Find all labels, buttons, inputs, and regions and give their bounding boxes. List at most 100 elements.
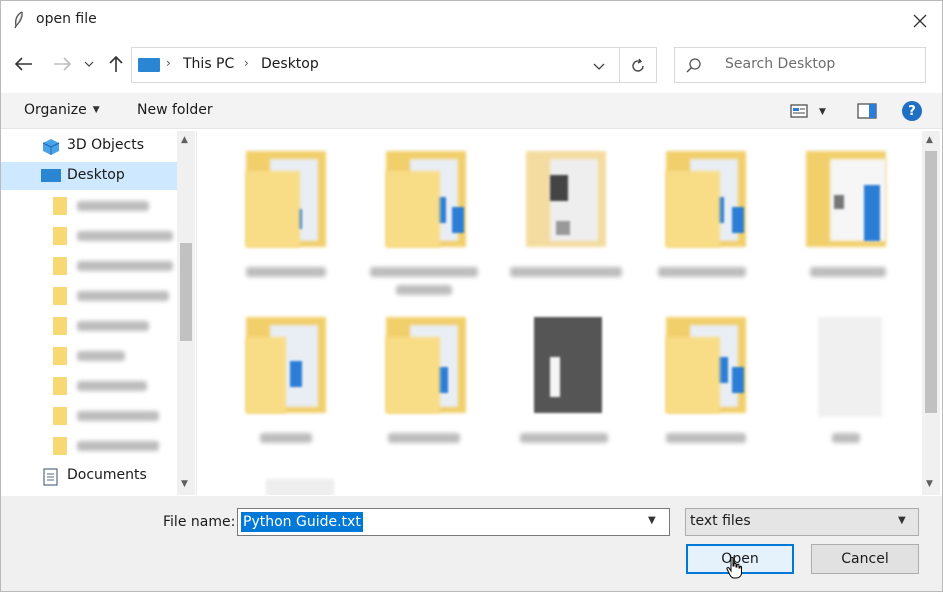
- up-button[interactable]: [105, 53, 127, 75]
- folder-item[interactable]: [222, 131, 334, 291]
- window-title: open file: [36, 11, 97, 27]
- preview-pane-icon[interactable]: [857, 103, 877, 119]
- folder-item[interactable]: [362, 297, 474, 457]
- folder-icon: [526, 151, 606, 251]
- folder-icon[interactable]: [53, 257, 67, 275]
- title-bar: open file: [1, 1, 942, 39]
- breadcrumb-desktop[interactable]: Desktop: [261, 56, 319, 72]
- folder-item[interactable]: [502, 297, 614, 457]
- arrow-right-icon: [54, 57, 71, 71]
- folder-icon: [666, 151, 746, 251]
- folder-icon[interactable]: [53, 317, 67, 335]
- this-pc-icon: [138, 58, 160, 72]
- file-type-select[interactable]: text files ▼: [685, 508, 919, 536]
- file-name-label: File name:: [163, 514, 236, 530]
- folder-icon[interactable]: [53, 197, 67, 215]
- navigation-pane: 3D Objects Desktop Documents ▲ ▼: [1, 131, 197, 495]
- close-icon: [913, 14, 927, 28]
- text-file-icon: [806, 317, 886, 417]
- folder-icon: [386, 151, 466, 251]
- open-file-dialog: open file › This PC › Desktop Search Des…: [0, 0, 943, 592]
- back-button[interactable]: [13, 53, 35, 75]
- 3d-objects-icon: [42, 139, 60, 155]
- nav-item-desktop[interactable]: Desktop: [1, 162, 177, 190]
- blurred-folder-name: [77, 441, 159, 451]
- folder-item[interactable]: [362, 131, 478, 295]
- file-item[interactable]: [222, 453, 334, 495]
- feather-icon: [14, 11, 23, 29]
- scroll-down-icon[interactable]: ▼: [181, 479, 188, 489]
- view-dropdown-icon[interactable]: ▼: [819, 107, 826, 117]
- refresh-button[interactable]: [626, 55, 650, 77]
- folder-item[interactable]: [642, 297, 754, 457]
- scroll-down-icon[interactable]: ▼: [926, 479, 933, 489]
- organize-menu[interactable]: Organize ▼: [24, 102, 100, 118]
- file-type-value: text files: [690, 513, 751, 529]
- blurred-file-name: [396, 285, 452, 295]
- recent-locations-button[interactable]: [81, 53, 97, 75]
- desktop-icon: [41, 169, 61, 182]
- folder-icon: [526, 317, 606, 417]
- blurred-file-name: [370, 267, 478, 277]
- folder-icon[interactable]: [53, 377, 67, 395]
- cancel-button[interactable]: Cancel: [811, 544, 919, 574]
- chevron-down-icon: ▼: [898, 515, 906, 526]
- nav-pane-scrollbar[interactable]: ▲ ▼: [177, 131, 195, 495]
- folder-icon[interactable]: [53, 407, 67, 425]
- view-options-icon[interactable]: [790, 103, 808, 119]
- folder-item[interactable]: [782, 131, 894, 291]
- breadcrumb-this-pc[interactable]: This PC: [183, 56, 234, 72]
- folder-icon[interactable]: [53, 227, 67, 245]
- file-icon: [246, 473, 334, 495]
- blurred-file-name: [260, 433, 312, 443]
- command-bar: Organize ▼ New folder ▼ ?: [1, 93, 942, 129]
- blurred-folder-name: [77, 261, 173, 271]
- search-icon: [686, 58, 701, 73]
- arrow-up-icon: [109, 55, 123, 72]
- scroll-up-icon[interactable]: ▲: [926, 135, 933, 145]
- forward-button[interactable]: [51, 53, 73, 75]
- nav-item-documents[interactable]: Documents: [1, 462, 177, 490]
- folder-icon[interactable]: [53, 347, 67, 365]
- folder-icon: [806, 151, 886, 251]
- nav-item-3d-objects[interactable]: 3D Objects: [1, 132, 177, 160]
- chevron-down-icon: [84, 61, 94, 67]
- nav-item-label: Desktop: [67, 167, 125, 183]
- scroll-up-icon[interactable]: ▲: [181, 135, 188, 145]
- chevron-right-icon: ›: [166, 56, 171, 70]
- address-history-dropdown[interactable]: [588, 58, 610, 74]
- file-name-value[interactable]: Python Guide.txt: [241, 512, 363, 532]
- file-item[interactable]: [782, 297, 894, 457]
- address-row: › This PC › Desktop Search Desktop: [1, 41, 942, 89]
- refresh-icon: [632, 58, 644, 72]
- dialog-footer: File name: Python Guide.txt ▼ text files…: [1, 496, 942, 591]
- folder-icon[interactable]: [53, 287, 67, 305]
- chevron-down-icon[interactable]: ▼: [648, 515, 656, 526]
- blurred-folder-name: [77, 231, 173, 241]
- folder-icon[interactable]: [53, 437, 67, 455]
- close-button[interactable]: [907, 9, 933, 33]
- chevron-right-icon: ›: [244, 56, 249, 70]
- blurred-folder-name: [77, 381, 147, 391]
- file-view-scrollbar[interactable]: ▲ ▼: [922, 131, 940, 495]
- folder-icon: [386, 317, 466, 417]
- folder-item[interactable]: [642, 131, 754, 291]
- divider: [619, 48, 620, 82]
- folder-item[interactable]: [222, 297, 334, 457]
- scrollbar-thumb[interactable]: [925, 151, 937, 413]
- folder-icon: [246, 151, 326, 251]
- blurred-folder-name: [77, 201, 149, 211]
- folder-item[interactable]: [502, 131, 622, 291]
- new-folder-button[interactable]: New folder: [137, 102, 213, 118]
- file-name-input[interactable]: Python Guide.txt ▼: [237, 508, 670, 536]
- arrow-left-icon: [15, 57, 32, 71]
- scrollbar-thumb[interactable]: [180, 243, 192, 341]
- blurred-folder-name: [77, 321, 149, 331]
- organize-label: Organize: [24, 102, 87, 118]
- search-box[interactable]: Search Desktop: [674, 47, 926, 83]
- help-icon[interactable]: ?: [902, 101, 922, 121]
- caret-down-icon: ▼: [92, 105, 100, 115]
- address-bar[interactable]: › This PC › Desktop: [131, 47, 657, 83]
- folder-icon: [666, 317, 746, 417]
- search-placeholder: Search Desktop: [725, 56, 836, 72]
